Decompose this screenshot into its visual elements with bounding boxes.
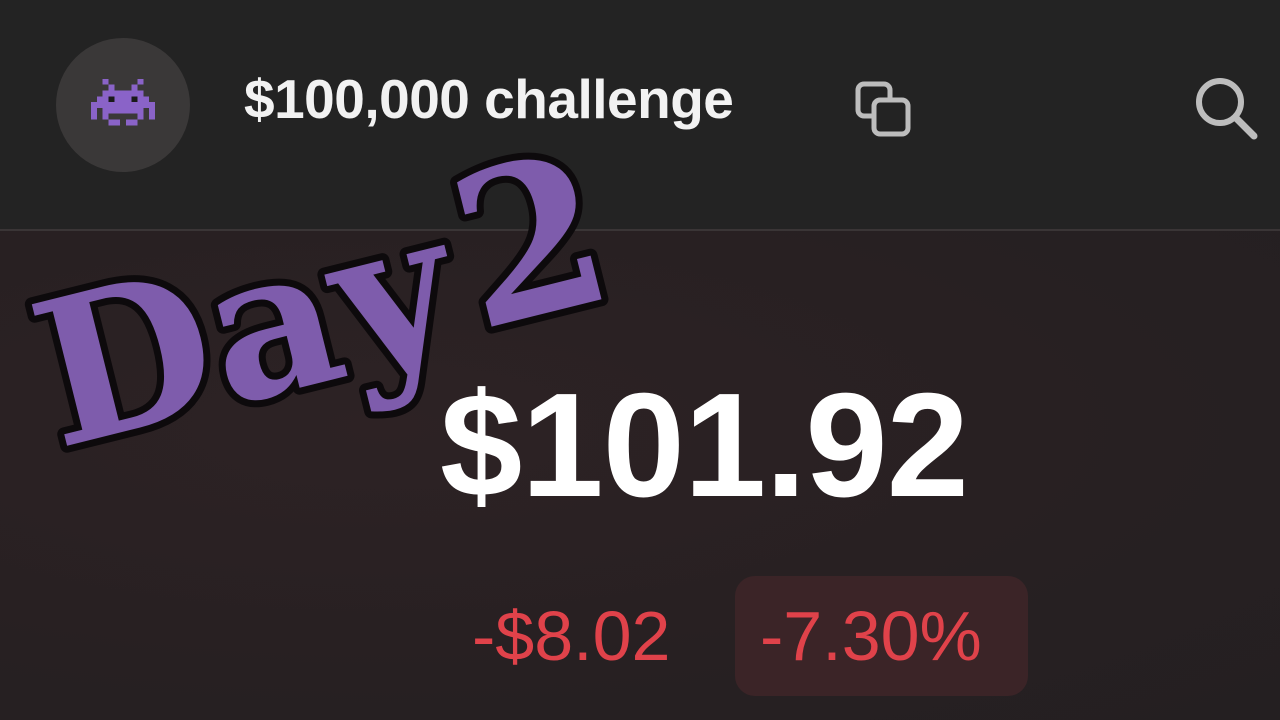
copy-button[interactable] <box>852 78 914 138</box>
search-icon <box>1196 78 1258 140</box>
header-bar: $100,000 challenge <box>0 0 1280 231</box>
portfolio-balance: $101.92 <box>440 363 969 528</box>
change-percent: -7.30% <box>760 597 982 675</box>
change-amount: -$8.02 <box>472 597 671 675</box>
copy-icon <box>855 81 911 137</box>
portfolio-title[interactable]: $100,000 challenge <box>244 72 734 127</box>
search-button[interactable] <box>1192 74 1260 142</box>
alien-monster-icon <box>91 78 155 126</box>
avatar[interactable] <box>56 38 190 172</box>
